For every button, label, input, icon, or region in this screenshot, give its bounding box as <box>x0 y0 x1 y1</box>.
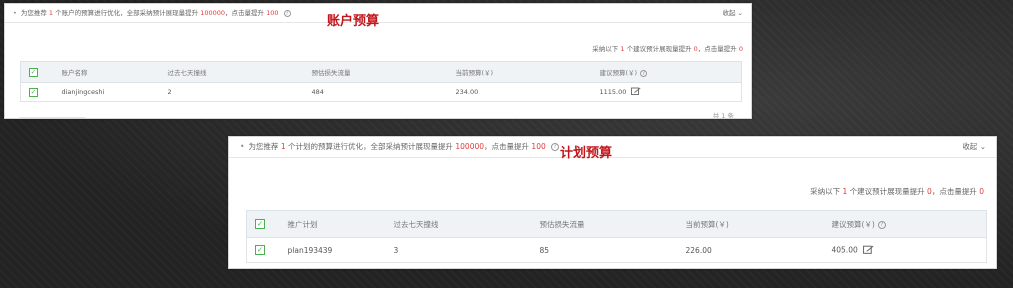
adopt-click-label: ，点击量提升 <box>697 45 737 53</box>
plan-recommend-line: • 为您推荐 1 个计划的预算进行优化，全部采纳预计展现量提升 100000，点击… <box>229 137 996 158</box>
help-icon[interactable]: ? <box>551 143 560 151</box>
select-all-cell: ✓ <box>20 61 54 83</box>
current-budget-cell: 234.00 <box>447 82 592 102</box>
recommend-click-label: ，点击量提升 <box>225 9 265 17</box>
column-header-current-budget: 当前预算(￥) <box>677 210 824 238</box>
plan-budget-panel: • 为您推荐 1 个计划的预算进行优化，全部采纳预计展现量提升 100000，点击… <box>228 136 997 269</box>
collapse-button[interactable]: 收起 ⌄ <box>722 4 743 22</box>
recommend-count: 1 <box>48 9 54 17</box>
plan-budget-table: ✓ 推广计划 过去七天撞线 预估损失流量 当前预算(￥) 建议预算(￥)? ✓ … <box>246 210 987 263</box>
recommend-clicks: 100 <box>531 142 546 151</box>
collapse-label: 收起 <box>722 9 736 17</box>
section-title-account-budget: 账户预算 <box>327 14 380 29</box>
chevron-down-icon: ⌄ <box>737 9 743 17</box>
account-budget-panel: • 为您推荐 1 个账户的预算进行优化，全部采纳预计展现量提升 100000，点击… <box>4 3 752 119</box>
collapse-button[interactable]: 收起 ⌄ <box>962 137 986 157</box>
collapse-label: 收起 <box>962 142 978 151</box>
column-header-suggested-budget: 建议预算(￥)? <box>591 61 742 83</box>
recommend-prefix: 为您推荐 <box>248 142 279 151</box>
suggested-budget-value: 1115.00 <box>599 88 627 96</box>
lost-traffic-cell: 85 <box>531 237 678 263</box>
suggested-budget-label: 建议预算(￥) <box>831 219 875 229</box>
table-header-row: ✓ 推广计划 过去七天撞线 预估损失流量 当前预算(￥) 建议预算(￥)? <box>246 210 987 238</box>
help-icon[interactable]: ? <box>283 9 291 17</box>
select-all-checkbox[interactable]: ✓ <box>255 219 265 229</box>
adopt-click-label: ，点击量提升 <box>931 187 977 196</box>
recommend-middle: 个计划的预算进行优化，全部采纳预计展现量提升 <box>288 142 453 151</box>
account-name-cell: dianjingceshi <box>53 82 160 102</box>
recommend-click-label: ，点击量提升 <box>484 142 530 151</box>
account-adopt-line: 采纳以下 1 个建议预计展现量提升 0，点击量提升 0 <box>592 43 743 53</box>
help-icon[interactable]: ? <box>640 69 648 77</box>
bullet-icon: • <box>13 9 17 17</box>
bullet-icon: • <box>240 142 245 151</box>
table-row: ✓ plan193439 3 85 226.00 405.00 <box>246 237 987 263</box>
column-header-lost-traffic: 预估损失流量 <box>303 61 448 83</box>
edit-icon[interactable] <box>862 245 874 256</box>
adopt-middle: 个建议预计展现量提升 <box>626 45 692 53</box>
select-all-cell: ✓ <box>246 210 280 238</box>
pagination-total: 共 1 条 <box>712 112 734 119</box>
chevron-down-icon: ⌄ <box>979 142 986 151</box>
adopt-middle: 个建议预计展现量提升 <box>849 187 925 196</box>
days-hit-cell: 2 <box>159 82 304 102</box>
adopt-clicks: 0 <box>738 45 743 53</box>
lost-traffic-cell: 484 <box>303 82 448 102</box>
suggested-budget-label: 建议预算(￥) <box>599 69 638 77</box>
recommend-middle: 个账户的预算进行优化，全部采纳预计展现量提升 <box>55 9 199 17</box>
column-header-current-budget: 当前预算(￥) <box>447 61 592 83</box>
column-header-days-hit: 过去七天撞线 <box>385 210 532 238</box>
recommend-prefix: 为您推荐 <box>20 9 47 17</box>
recommend-count: 1 <box>280 142 286 151</box>
row-select-cell: ✓ <box>20 82 54 102</box>
select-all-checkbox[interactable]: ✓ <box>29 67 38 77</box>
column-header-account-name: 账户名称 <box>53 61 160 83</box>
scrollbar[interactable] <box>19 117 85 118</box>
current-budget-cell: 226.00 <box>677 237 824 263</box>
row-select-cell: ✓ <box>246 237 280 263</box>
suggested-budget-value: 405.00 <box>831 245 858 254</box>
recommend-impressions: 100000 <box>200 9 226 17</box>
column-header-lost-traffic: 预估损失流量 <box>531 210 678 238</box>
suggested-budget-cell: 405.00 <box>823 237 987 263</box>
suggested-budget-cell: 1115.00 <box>591 82 742 102</box>
adopt-clicks: 0 <box>979 187 984 196</box>
table-header-row: ✓ 账户名称 过去七天撞线 预估损失流量 当前预算(￥) 建议预算(￥)? <box>20 61 742 83</box>
recommend-impressions: 100000 <box>455 142 485 151</box>
adopt-prefix: 采纳以下 <box>810 187 841 196</box>
column-header-plan-name: 推广计划 <box>279 210 386 238</box>
adopt-count: 1 <box>842 187 848 196</box>
table-row: ✓ dianjingceshi 2 484 234.00 1115.00 <box>20 82 742 102</box>
row-checkbox[interactable]: ✓ <box>29 87 38 97</box>
adopt-count: 1 <box>620 45 625 53</box>
adopt-prefix: 采纳以下 <box>592 45 619 53</box>
recommend-clicks: 100 <box>266 9 279 17</box>
column-header-suggested-budget: 建议预算(￥)? <box>823 210 987 238</box>
column-header-days-hit: 过去七天撞线 <box>159 61 304 83</box>
plan-name-cell: plan193439 <box>279 237 386 263</box>
account-budget-table: ✓ 账户名称 过去七天撞线 预估损失流量 当前预算(￥) 建议预算(￥)? ✓ … <box>20 61 742 102</box>
help-icon[interactable]: ? <box>877 220 886 229</box>
days-hit-cell: 3 <box>385 237 532 263</box>
row-checkbox[interactable]: ✓ <box>255 245 265 255</box>
plan-adopt-line: 采纳以下 1 个建议预计展现量提升 0，点击量提升 0 <box>810 186 984 197</box>
section-title-plan-budget: 计划预算 <box>560 146 613 161</box>
edit-icon[interactable] <box>631 87 641 97</box>
